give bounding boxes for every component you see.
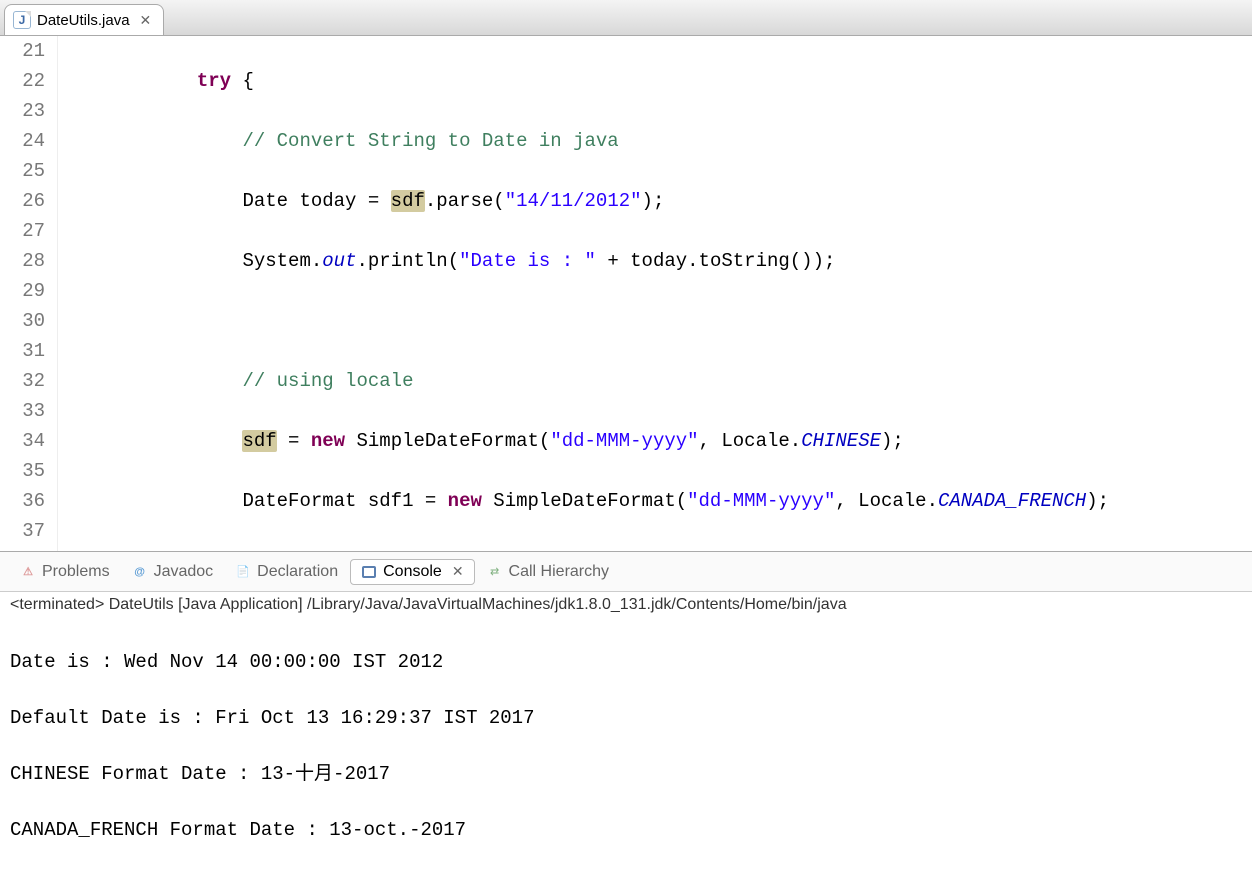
console-line: Date is : Wed Nov 14 00:00:00 IST 2012 [10, 648, 1242, 676]
close-tab-icon[interactable]: ✕ [140, 12, 152, 29]
tab-declaration[interactable]: 📄Declaration [225, 560, 348, 584]
javadoc-icon: @ [132, 564, 148, 580]
tab-problems[interactable]: ⚠Problems [10, 560, 120, 584]
bottom-panel-tabs: ⚠Problems @Javadoc 📄Declaration Console✕… [0, 552, 1252, 592]
java-file-icon: J [13, 11, 31, 29]
file-tab-label: DateUtils.java [37, 12, 130, 29]
terminated-status: <terminated> DateUtils [Java Application… [0, 592, 1252, 616]
console-output[interactable]: Date is : Wed Nov 14 00:00:00 IST 2012 D… [0, 616, 1252, 876]
close-view-icon[interactable]: ✕ [452, 563, 464, 580]
tab-console[interactable]: Console✕ [350, 559, 474, 585]
problems-icon: ⚠ [20, 564, 36, 580]
file-tab-dateutils[interactable]: J DateUtils.java ✕ [4, 4, 164, 35]
declaration-icon: 📄 [235, 564, 251, 580]
editor-tab-bar: J DateUtils.java ✕ [0, 0, 1252, 36]
call-hierarchy-icon: ⇄ [487, 564, 503, 580]
console-line: CHINESE Format Date : 13-十月-2017 [10, 760, 1242, 788]
code-editor[interactable]: 21222324252627282930313233343536373839 t… [0, 36, 1252, 552]
code-area[interactable]: try { // Convert String to Date in java … [58, 36, 1252, 551]
tab-call-hierarchy[interactable]: ⇄Call Hierarchy [477, 560, 619, 584]
console-line: Default Date is : Fri Oct 13 16:29:37 IS… [10, 704, 1242, 732]
console-line: CANADA_FRENCH Format Date : 13-oct.-2017 [10, 816, 1242, 844]
tab-javadoc[interactable]: @Javadoc [122, 560, 224, 584]
line-number-gutter: 21222324252627282930313233343536373839 [0, 36, 58, 551]
console-icon [361, 564, 377, 580]
